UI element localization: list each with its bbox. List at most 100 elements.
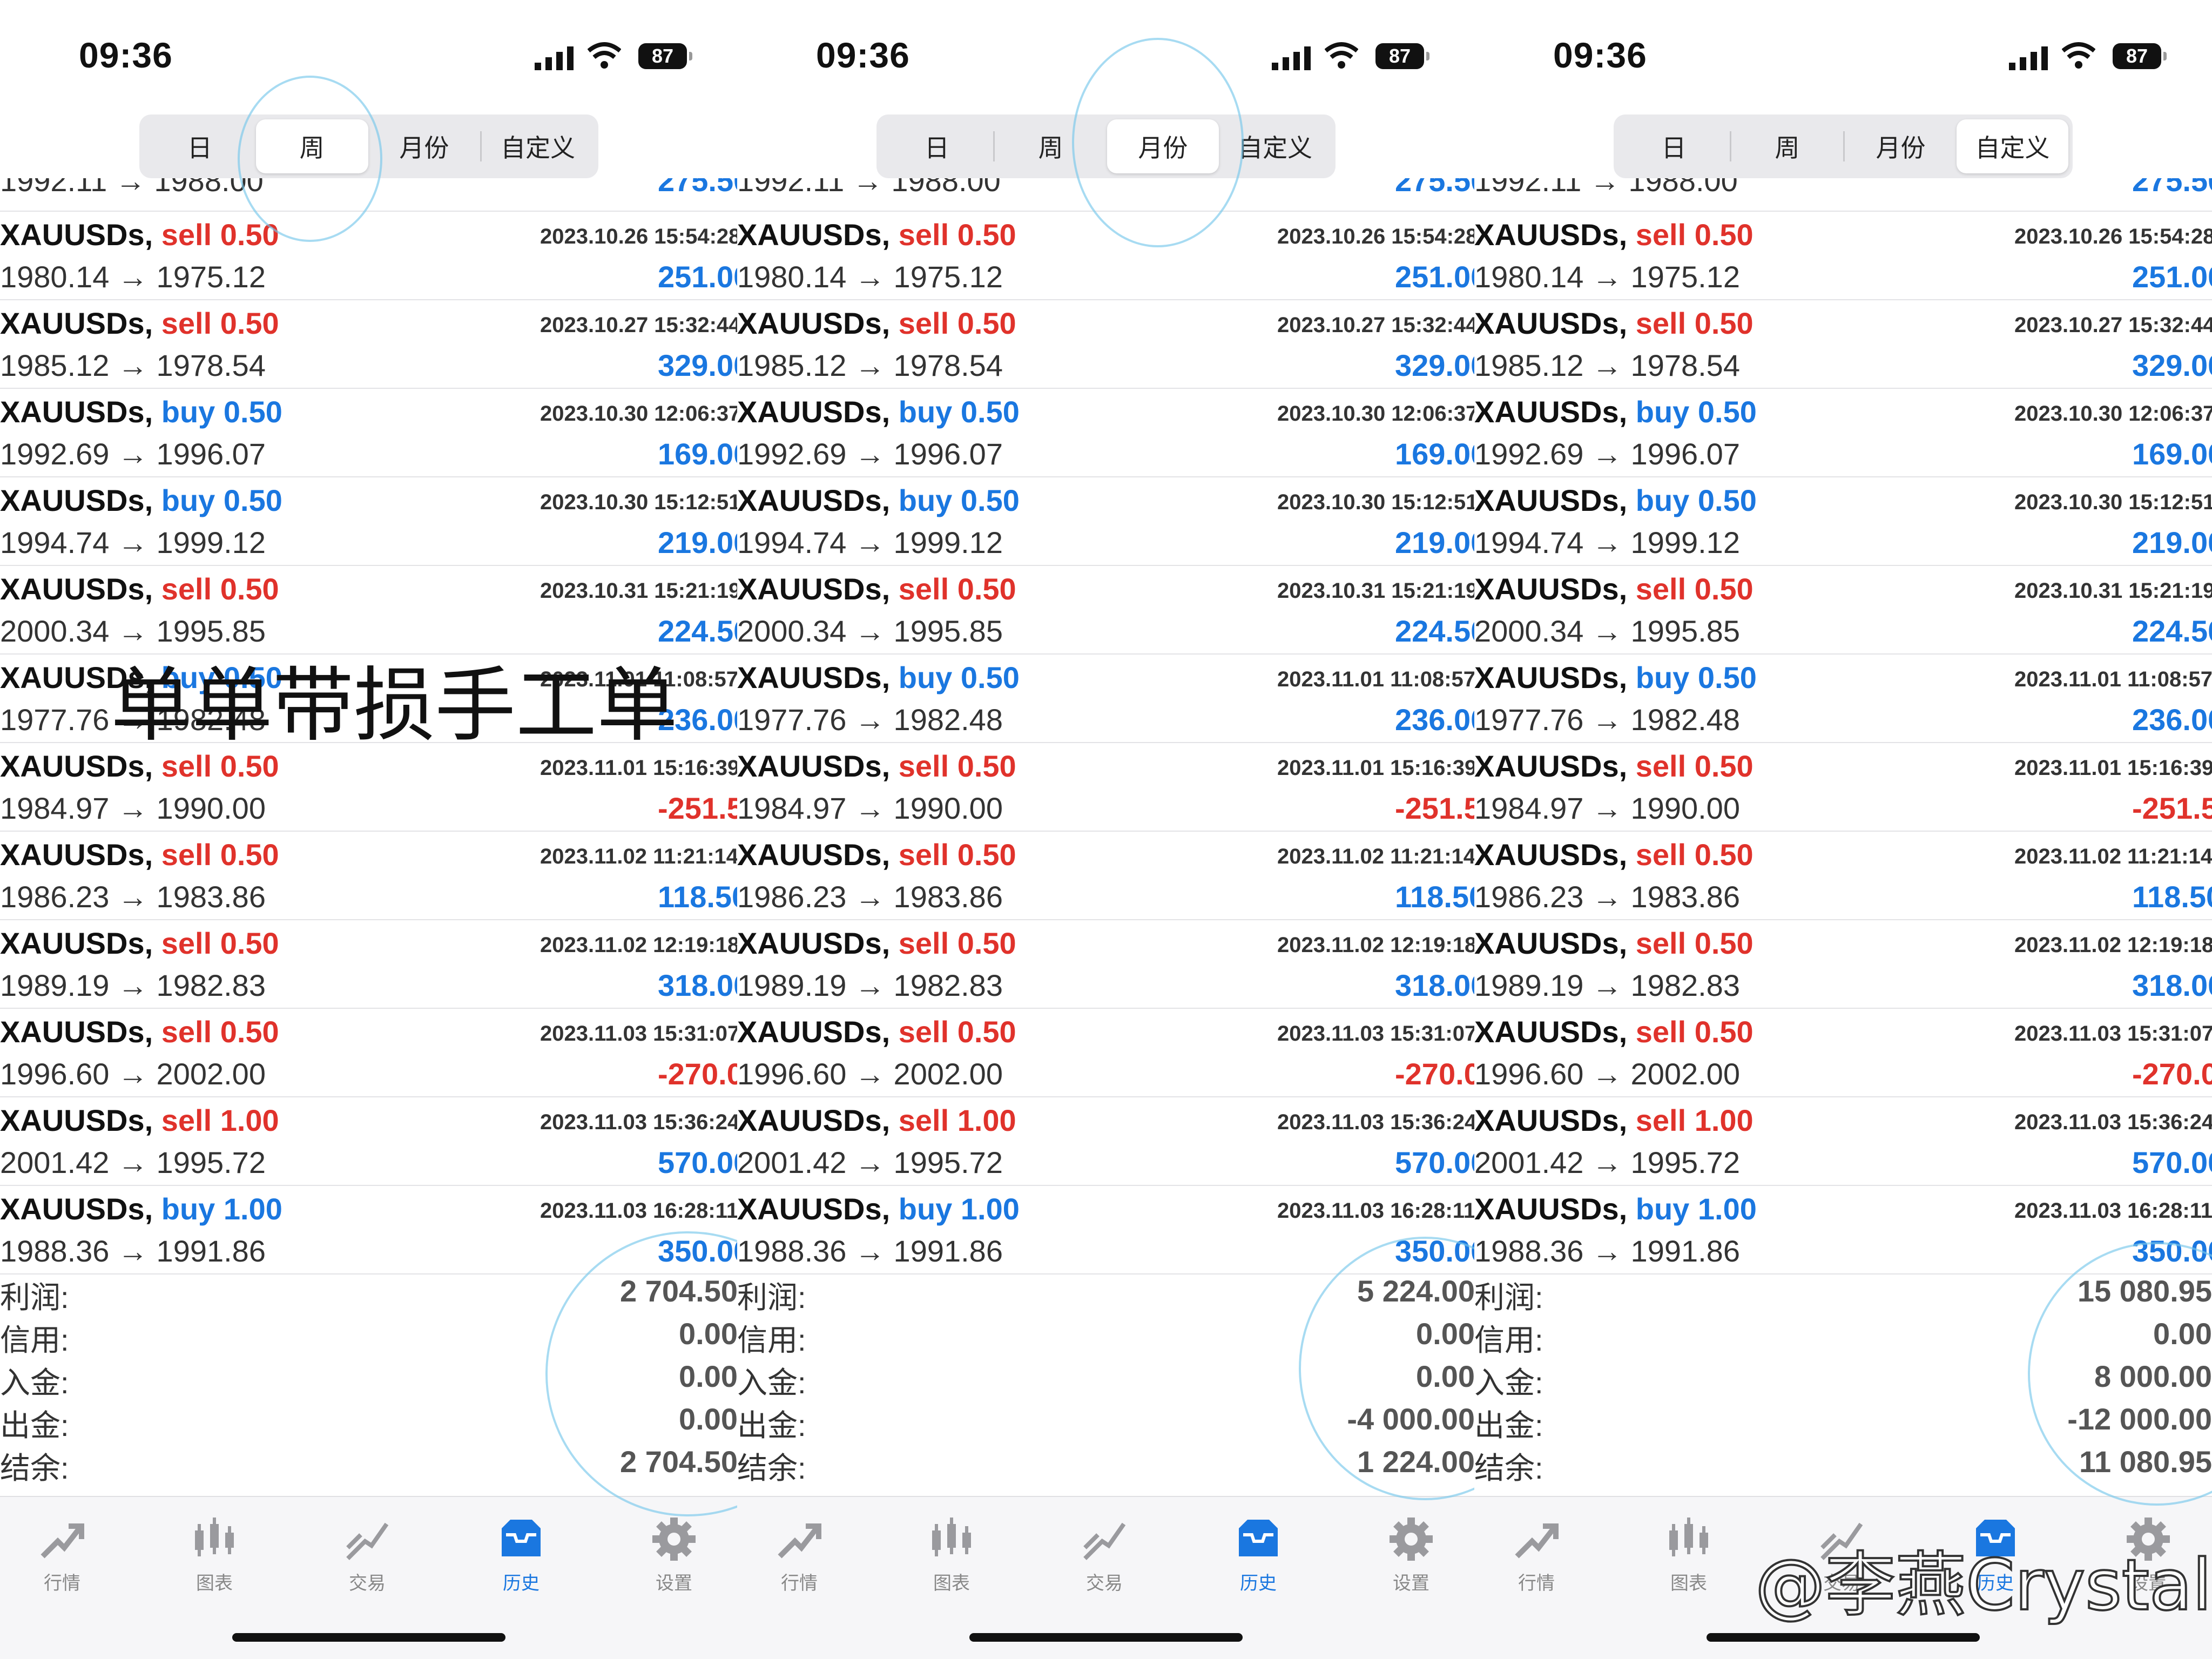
trade-row[interactable]: XAUUSDs, sell 0.50 2023.10.26 15:54:28 1… (1474, 212, 2212, 300)
trade-row[interactable]: XAUUSDs, sell 0.50 2023.11.02 12:19:18 1… (0, 920, 738, 1009)
summary-value: 0.00 (1416, 1317, 1475, 1351)
segment-2[interactable]: 月份 (1107, 119, 1219, 173)
trade-datetime: 2023.10.27 15:32:44 (540, 313, 738, 337)
trade-price-range: 1996.60 → 2002.00 (0, 1057, 266, 1091)
trade-row[interactable]: XAUUSDs, buy 1.00 2023.11.03 16:28:11 19… (1474, 1186, 2212, 1274)
trade-action: sell (161, 306, 212, 340)
trade-row[interactable]: XAUUSDs, sell 0.50 2023.11.02 11:21:14 1… (737, 832, 1475, 920)
trade-row-partial[interactable]: 1992.11 → 1988.00 275.50 (0, 178, 738, 212)
trade-row[interactable]: XAUUSDs, sell 0.50 2023.11.01 15:16:39 1… (737, 743, 1475, 832)
trade-row[interactable]: XAUUSDs, sell 0.50 2023.11.03 15:31:07 1… (0, 1009, 738, 1097)
trade-datetime: 2023.11.03 15:36:24 (540, 1110, 738, 1134)
trade-symbol: XAUUSDs, (737, 749, 891, 783)
trade-datetime: 2023.11.01 11:08:57 (2014, 667, 2212, 691)
trade-row[interactable]: XAUUSDs, buy 0.50 2023.10.30 12:06:37 19… (1474, 389, 2212, 477)
summary-label: 出金: (737, 1408, 806, 1442)
trade-row[interactable]: XAUUSDs, sell 0.50 2023.10.26 15:54:28 1… (737, 212, 1475, 300)
trade-action: sell (161, 926, 212, 960)
tab-chart[interactable]: 图表 (892, 1513, 1011, 1595)
trade-row[interactable]: XAUUSDs, buy 0.50 2023.11.01 11:08:57 19… (1474, 655, 2212, 743)
tab-chart[interactable]: 图表 (155, 1513, 274, 1595)
trade-row[interactable]: XAUUSDs, buy 1.00 2023.11.03 16:28:11 19… (737, 1186, 1475, 1274)
trade-symbol: XAUUSDs, (0, 483, 153, 517)
trade-datetime: 2023.10.30 15:12:51 (2014, 490, 2212, 514)
trade-row[interactable]: XAUUSDs, buy 0.50 2023.11.01 11:08:57 19… (737, 655, 1475, 743)
trade-symbol: XAUUSDs, (1474, 749, 1628, 783)
trade-row[interactable]: XAUUSDs, sell 0.50 2023.11.02 11:21:14 1… (0, 832, 738, 920)
trade-row[interactable]: XAUUSDs, sell 0.50 2023.11.02 12:19:18 1… (1474, 920, 2212, 1009)
trade-title: XAUUSDs, sell 0.50 (0, 926, 279, 961)
trade-price-range: 1989.19 → 1982.83 (0, 968, 266, 1002)
tab-history[interactable]: 历史 (1199, 1513, 1318, 1595)
segment-0[interactable]: 日 (881, 119, 993, 173)
trade-row-partial[interactable]: 1992.11 → 1988.00 275.50 (737, 178, 1475, 212)
segment-0[interactable]: 日 (1618, 119, 1730, 173)
summary-row: 信用: 0.00 (0, 1312, 738, 1357)
tab-settings[interactable]: 设置 (615, 1513, 733, 1595)
trade-row[interactable]: XAUUSDs, sell 1.00 2023.11.03 15:36:24 2… (737, 1097, 1475, 1186)
tab-history[interactable]: 历史 (462, 1513, 581, 1595)
trade-row[interactable]: XAUUSDs, buy 1.00 2023.11.03 16:28:11 19… (0, 1186, 738, 1274)
trade-row[interactable]: XAUUSDs, sell 1.00 2023.11.03 15:36:24 2… (1474, 1097, 2212, 1186)
trade-row[interactable]: XAUUSDs, sell 0.50 2023.11.03 15:31:07 1… (737, 1009, 1475, 1097)
segment-1[interactable]: 周 (995, 119, 1107, 173)
trade-row[interactable]: XAUUSDs, sell 0.50 2023.11.02 12:19:18 1… (737, 920, 1475, 1009)
segment-2[interactable]: 月份 (368, 119, 481, 173)
trade-row[interactable]: XAUUSDs, buy 0.50 2023.10.30 15:12:51 19… (1474, 477, 2212, 566)
trade-row[interactable]: XAUUSDs, sell 1.00 2023.11.03 15:36:24 2… (0, 1097, 738, 1186)
trade-profit: 570.00 (2132, 1145, 2212, 1179)
trade-row[interactable]: XAUUSDs, buy 0.50 2023.10.30 15:12:51 19… (0, 477, 738, 566)
trade-row[interactable]: XAUUSDs, sell 0.50 2023.10.27 15:32:44 1… (737, 300, 1475, 389)
trade-row[interactable]: XAUUSDs, buy 0.50 2023.10.30 15:12:51 19… (737, 477, 1475, 566)
status-bar: 09:36 87 (1474, 0, 2212, 108)
tab-quotes[interactable]: 行情 (1477, 1513, 1596, 1595)
trade-row[interactable]: XAUUSDs, sell 0.50 2023.10.27 15:32:44 1… (0, 300, 738, 389)
trade-row[interactable]: XAUUSDs, sell 0.50 2023.10.31 15:21:19 2… (737, 566, 1475, 655)
trade-row[interactable]: XAUUSDs, buy 0.50 2023.10.30 12:06:37 19… (737, 389, 1475, 477)
tab-trade[interactable]: 交易 (308, 1513, 427, 1595)
trade-row[interactable]: XAUUSDs, sell 0.50 2023.11.01 15:16:39 1… (1474, 743, 2212, 832)
segment-3[interactable]: 自定义 (1219, 119, 1331, 173)
trade-datetime: 2023.10.31 15:21:19 (1277, 579, 1475, 603)
trade-datetime: 2023.11.01 15:16:39 (540, 756, 738, 780)
tab-chart[interactable]: 图表 (1629, 1513, 1748, 1595)
segment-0[interactable]: 日 (144, 119, 256, 173)
status-time: 09:36 (79, 35, 173, 75)
trade-symbol: XAUUSDs, (737, 1192, 891, 1226)
trade-profit: -270.00 (1395, 1057, 1475, 1091)
trade-row[interactable]: XAUUSDs, sell 0.50 2023.10.27 15:32:44 1… (1474, 300, 2212, 389)
trade-row[interactable]: XAUUSDs, sell 0.50 2023.11.03 15:31:07 1… (1474, 1009, 2212, 1097)
trade-profit: 275.50 (658, 178, 738, 198)
trade-action: sell (898, 218, 949, 252)
tab-label: 历史 (503, 1573, 539, 1594)
segment-1[interactable]: 周 (1731, 119, 1843, 173)
segment-2[interactable]: 月份 (1845, 119, 1957, 173)
phone-screenshot-3: 09:36 87 日周月份 自定义 1992.11 → 1988.00 275.5… (1474, 0, 2212, 1659)
trade-title: XAUUSDs, buy 0.50 (737, 483, 1020, 518)
tab-label: 图表 (1670, 1573, 1707, 1594)
trade-volume: 0.50 (1697, 660, 1757, 694)
trade-profit: 350.00 (2132, 1234, 2212, 1268)
tab-quotes[interactable]: 行情 (740, 1513, 859, 1595)
segment-3[interactable]: 自定义 (482, 119, 594, 173)
chart-icon (155, 1513, 274, 1565)
trade-volume: 0.50 (1694, 926, 1754, 960)
account-summary: 利润: 5 224.00 信用: 0.00 入金: 0.00 出金: -4 00… (737, 1269, 1475, 1485)
summary-label: 入金: (0, 1366, 69, 1400)
trade-volume: 0.50 (957, 572, 1016, 606)
status-bar: 09:36 87 (737, 0, 1475, 108)
segment-1[interactable]: 周 (255, 119, 368, 173)
trade-row[interactable]: XAUUSDs, sell 0.50 2023.11.02 11:21:14 1… (1474, 832, 2212, 920)
segment-3[interactable]: 自定义 (1957, 119, 2068, 173)
tab-settings[interactable]: 设置 (1352, 1513, 1471, 1595)
trade-row[interactable]: XAUUSDs, sell 0.50 2023.10.31 15:21:19 2… (1474, 566, 2212, 655)
trade-symbol: XAUUSDs, (737, 926, 891, 960)
trade-action: buy (898, 395, 953, 429)
trade-row-partial[interactable]: 1992.11 → 1988.00 275.50 (1474, 178, 2212, 212)
summary-label: 利润: (1474, 1280, 1543, 1314)
summary-label: 结余: (737, 1451, 806, 1485)
tab-trade[interactable]: 交易 (1045, 1513, 1164, 1595)
tab-quotes[interactable]: 行情 (3, 1513, 122, 1595)
trade-row[interactable]: XAUUSDs, buy 0.50 2023.10.30 12:06:37 19… (0, 389, 738, 477)
trade-row[interactable]: XAUUSDs, sell 0.50 2023.10.26 15:54:28 1… (0, 212, 738, 300)
